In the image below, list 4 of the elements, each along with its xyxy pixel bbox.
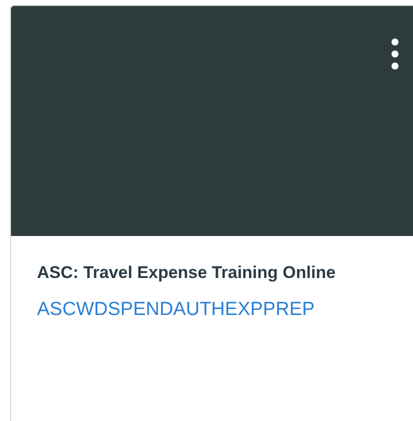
course-code-link[interactable]: ASCWDSPENDAUTHEXPPREP [37,296,403,324]
more-options-icon[interactable] [391,38,399,70]
course-card[interactable]: ASC: Travel Expense Training Online ASCWDSPENDAUTHEXPPREP [10,5,413,421]
course-title: ASC: Travel Expense Training Online [37,262,337,284]
